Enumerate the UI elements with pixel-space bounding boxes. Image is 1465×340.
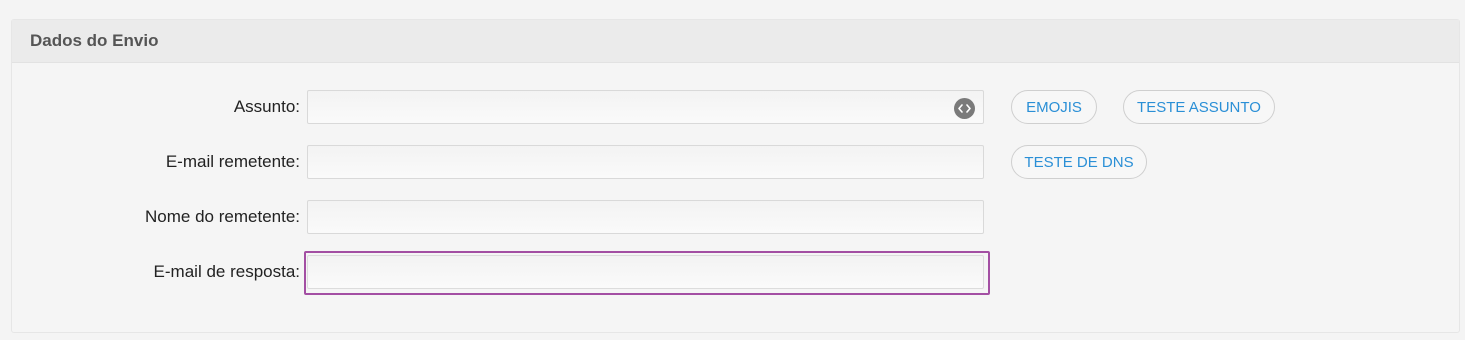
- assunto-label: Assunto:: [233, 97, 300, 116]
- nome-remetente-row: Nome do remetente:: [12, 200, 1459, 234]
- email-resposta-row: E-mail de resposta:: [12, 251, 1459, 295]
- code-icon[interactable]: [954, 98, 975, 119]
- dados-envio-panel: Dados do Envio Assunto: EMOJIS TESTE ASS…: [11, 19, 1460, 333]
- email-resposta-input[interactable]: [307, 255, 984, 289]
- email-remetente-row: E-mail remetente: TESTE DE DNS: [12, 145, 1459, 179]
- panel-header: Dados do Envio: [12, 20, 1459, 63]
- teste-assunto-button[interactable]: TESTE ASSUNTO: [1123, 90, 1275, 124]
- assunto-input[interactable]: [307, 90, 984, 124]
- panel-title: Dados do Envio: [30, 31, 159, 50]
- nome-remetente-input[interactable]: [307, 200, 984, 234]
- email-remetente-input[interactable]: [307, 145, 984, 179]
- emojis-button[interactable]: EMOJIS: [1011, 90, 1097, 124]
- assunto-row: Assunto: EMOJIS TESTE ASSUNTO: [12, 90, 1459, 124]
- email-resposta-label: E-mail de resposta:: [153, 262, 300, 281]
- nome-remetente-label: Nome do remetente:: [145, 207, 300, 226]
- teste-dns-button[interactable]: TESTE DE DNS: [1011, 145, 1147, 179]
- email-remetente-label: E-mail remetente:: [165, 152, 300, 171]
